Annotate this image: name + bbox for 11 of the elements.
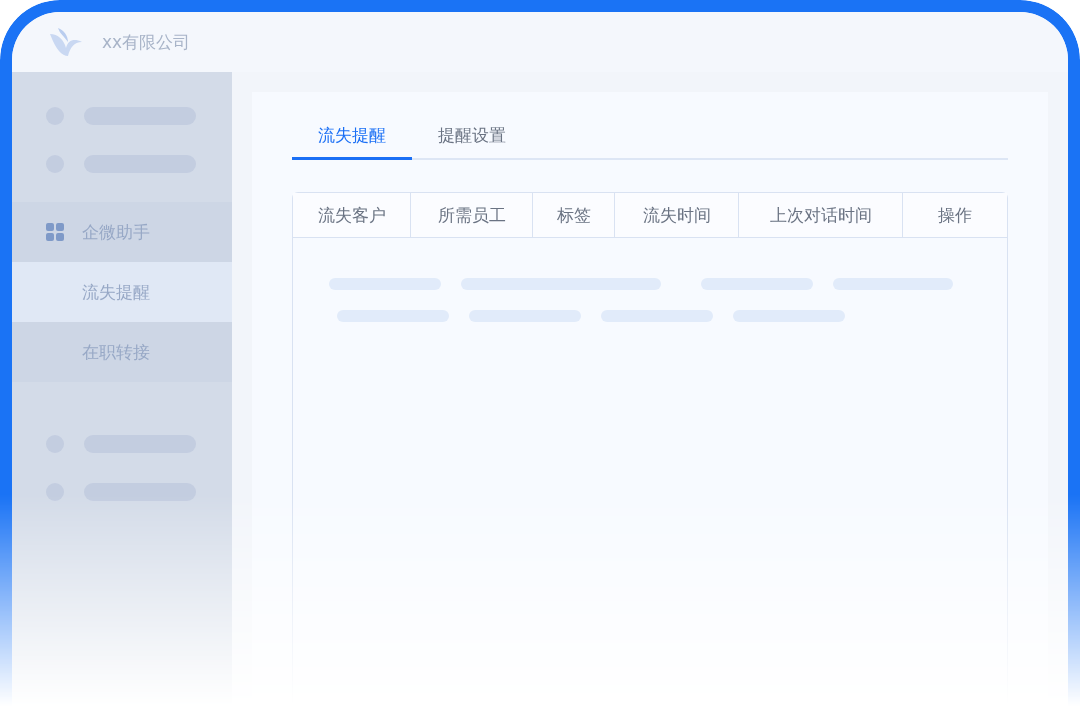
grid-icon: [46, 223, 64, 241]
column-header: 流失时间: [615, 193, 739, 237]
column-header: 操作: [903, 193, 1007, 237]
column-header: 上次对话时间: [739, 193, 903, 237]
column-header: 标签: [533, 193, 615, 237]
tab[interactable]: 提醒设置: [412, 116, 532, 160]
company-name: xx有限公司: [102, 30, 191, 54]
column-header: 所需员工: [411, 193, 533, 237]
column-header: 流失客户: [293, 193, 411, 237]
sidebar-item[interactable]: 流失提醒: [12, 262, 232, 322]
tab[interactable]: 流失提醒: [292, 116, 412, 160]
